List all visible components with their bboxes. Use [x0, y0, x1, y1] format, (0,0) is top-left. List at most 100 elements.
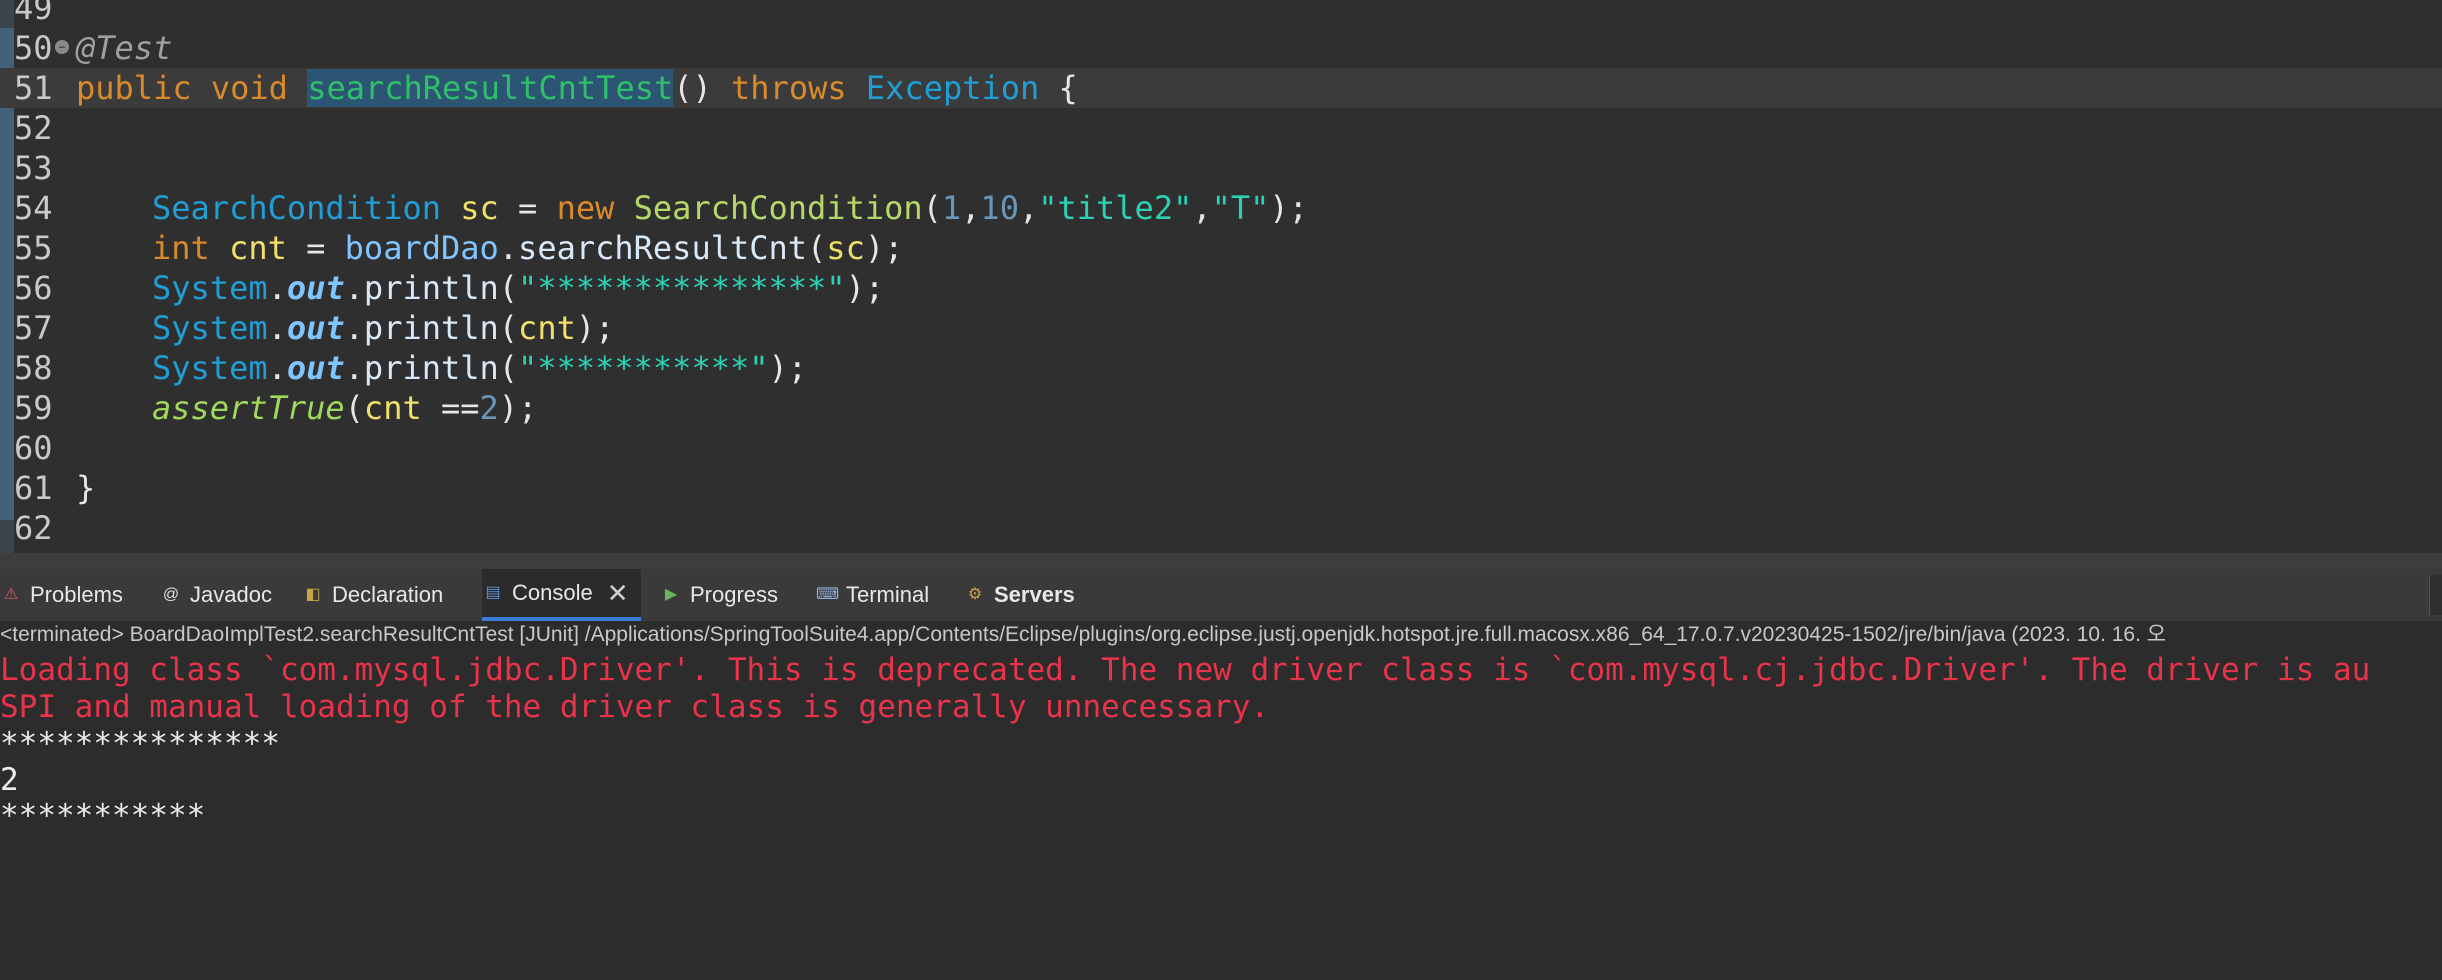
- code-line[interactable]: 58 System.out.println("***********");: [0, 348, 2442, 388]
- code-token: ,: [1018, 189, 1039, 227]
- code-token: ==: [421, 389, 480, 427]
- tab-console[interactable]: ▤ Console ✕: [482, 569, 641, 621]
- code-text: }: [76, 468, 95, 508]
- code-token: .: [344, 349, 364, 387]
- tab-label: Servers: [994, 582, 1075, 607]
- view-menu-edge: [2429, 575, 2442, 615]
- tab-progress[interactable]: ▶ Progress: [660, 569, 786, 621]
- code-token: int: [152, 229, 210, 267]
- code-line[interactable]: 50− @Test: [0, 28, 2442, 68]
- code-token: }: [76, 469, 96, 507]
- code-text: @Test: [76, 28, 172, 68]
- code-token: public: [76, 69, 192, 107]
- code-token: (): [673, 69, 732, 107]
- code-token: throws: [731, 69, 847, 107]
- code-token: out: [286, 349, 345, 387]
- close-icon[interactable]: ✕: [607, 567, 629, 619]
- tab-javadoc[interactable]: @ Javadoc: [160, 569, 280, 621]
- line-number: 59: [14, 389, 53, 427]
- tab-label: Progress: [690, 582, 779, 607]
- console-error-line: Loading class `com.mysql.jdbc.Driver'. T…: [0, 652, 2371, 688]
- code-token: 1: [941, 189, 962, 227]
- code-token: .: [498, 229, 519, 267]
- code-line[interactable]: 49: [0, 0, 2442, 28]
- code-token: System: [152, 349, 268, 387]
- code-token: new: [556, 189, 615, 227]
- tab-terminal[interactable]: ⌨ Terminal: [816, 569, 937, 621]
- line-number: 58: [14, 349, 53, 387]
- declaration-icon: ◧: [305, 586, 321, 603]
- line-number: 55: [14, 229, 53, 267]
- code-text: SearchCondition sc = new SearchCondition…: [152, 188, 1308, 228]
- editor-horizontal-scrollbar[interactable]: [76, 528, 2442, 553]
- tab-declaration[interactable]: ◧ Declaration: [302, 569, 451, 621]
- console-view[interactable]: <terminated> BoardDaoImplTest2.searchRes…: [0, 621, 2442, 980]
- code-line[interactable]: 57 System.out.println(cnt);: [0, 308, 2442, 348]
- code-token: searchResultCntTest: [307, 69, 674, 107]
- code-token: =: [286, 229, 345, 267]
- code-token: );: [845, 269, 885, 307]
- code-token: .: [344, 309, 364, 347]
- code-token: System: [152, 269, 268, 307]
- code-token: "***********": [518, 349, 769, 387]
- tab-label: Declaration: [332, 582, 444, 607]
- line-number: 57: [14, 309, 53, 347]
- line-number: 50: [14, 29, 53, 67]
- code-token: println: [363, 269, 499, 307]
- code-token: SearchCondition: [152, 189, 441, 227]
- line-number: 53: [14, 149, 53, 187]
- panel-splitter[interactable]: [0, 553, 2442, 569]
- tab-label: Javadoc: [190, 582, 272, 607]
- code-text: System.out.println("***************");: [152, 268, 884, 308]
- code-token: System: [152, 309, 268, 347]
- code-token: println: [363, 309, 499, 347]
- terminal-icon: ⌨: [816, 586, 840, 603]
- line-number: 60: [14, 429, 53, 467]
- code-token: "title2": [1038, 189, 1193, 227]
- fold-toggle-icon[interactable]: −: [55, 40, 69, 54]
- console-output-line: ***********: [0, 798, 206, 834]
- tab-label: Console: [512, 580, 593, 605]
- line-number: 56: [14, 269, 53, 307]
- code-line[interactable]: 52: [0, 108, 2442, 148]
- code-token: searchResultCnt: [518, 229, 808, 267]
- code-line[interactable]: 51 public void searchResultCntTest() thro…: [0, 68, 2442, 108]
- code-line[interactable]: 59 assertTrue(cnt ==2);: [0, 388, 2442, 428]
- code-line[interactable]: 56 System.out.println("***************");: [0, 268, 2442, 308]
- console-output-line: ***************: [0, 726, 280, 762]
- code-token: );: [575, 309, 615, 347]
- code-token: sc: [826, 229, 865, 267]
- code-token: (: [498, 309, 519, 347]
- tab-problems[interactable]: ⚠ Problems: [0, 569, 131, 621]
- code-token: ,: [1192, 189, 1212, 227]
- code-token: );: [498, 389, 538, 427]
- code-token: );: [864, 229, 904, 267]
- line-number: 61: [14, 469, 53, 507]
- code-token: (: [344, 389, 364, 427]
- code-line[interactable]: 60: [0, 428, 2442, 468]
- code-line[interactable]: 53: [0, 148, 2442, 188]
- code-token: "***************": [518, 269, 846, 307]
- line-number: 62: [14, 509, 53, 547]
- code-line[interactable]: 55 int cnt = boardDao.searchResultCnt(sc)…: [0, 228, 2442, 268]
- code-text: public void searchResultCntTest() throws…: [76, 68, 1078, 108]
- code-token: sc: [460, 189, 499, 227]
- code-token: (: [498, 269, 519, 307]
- console-output-line: 2: [0, 762, 19, 798]
- code-token: .: [267, 309, 287, 347]
- code-token: );: [768, 349, 808, 387]
- code-text: int cnt = boardDao.searchResultCnt(sc);: [152, 228, 903, 268]
- problems-icon: ⚠: [3, 586, 19, 603]
- code-line[interactable]: 54 SearchCondition sc = new SearchConditi…: [0, 188, 2442, 228]
- code-token: .: [267, 269, 287, 307]
- code-line[interactable]: 61}: [0, 468, 2442, 508]
- code-token: (: [498, 349, 519, 387]
- tab-servers[interactable]: ⚙ Servers: [964, 569, 1083, 621]
- console-icon: ▤: [485, 584, 501, 601]
- code-token: println: [363, 349, 499, 387]
- code-editor[interactable]: 49 50− @Test 51 public void searchResultCntT…: [0, 0, 2442, 553]
